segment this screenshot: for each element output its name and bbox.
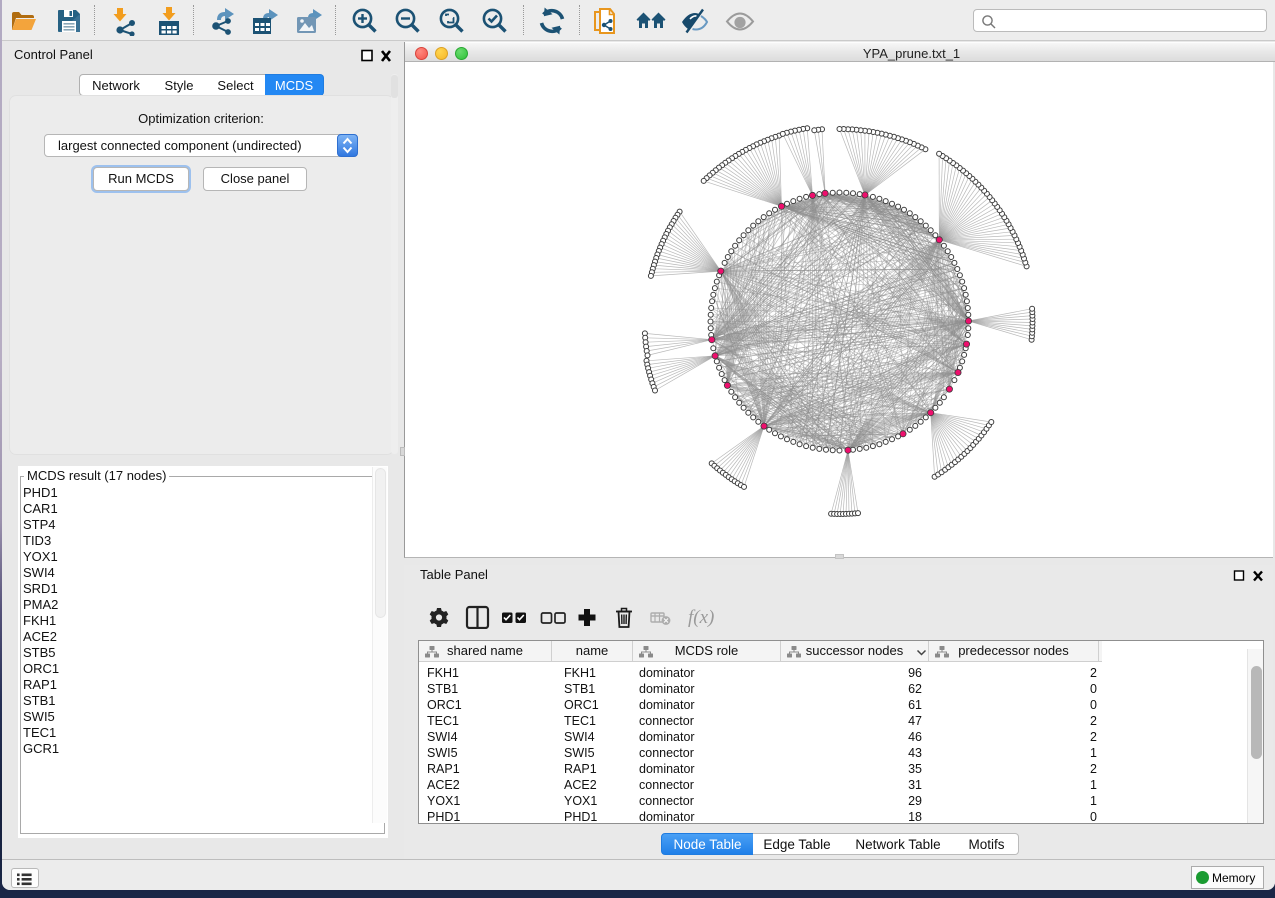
- svg-text:f(x): f(x): [688, 607, 714, 628]
